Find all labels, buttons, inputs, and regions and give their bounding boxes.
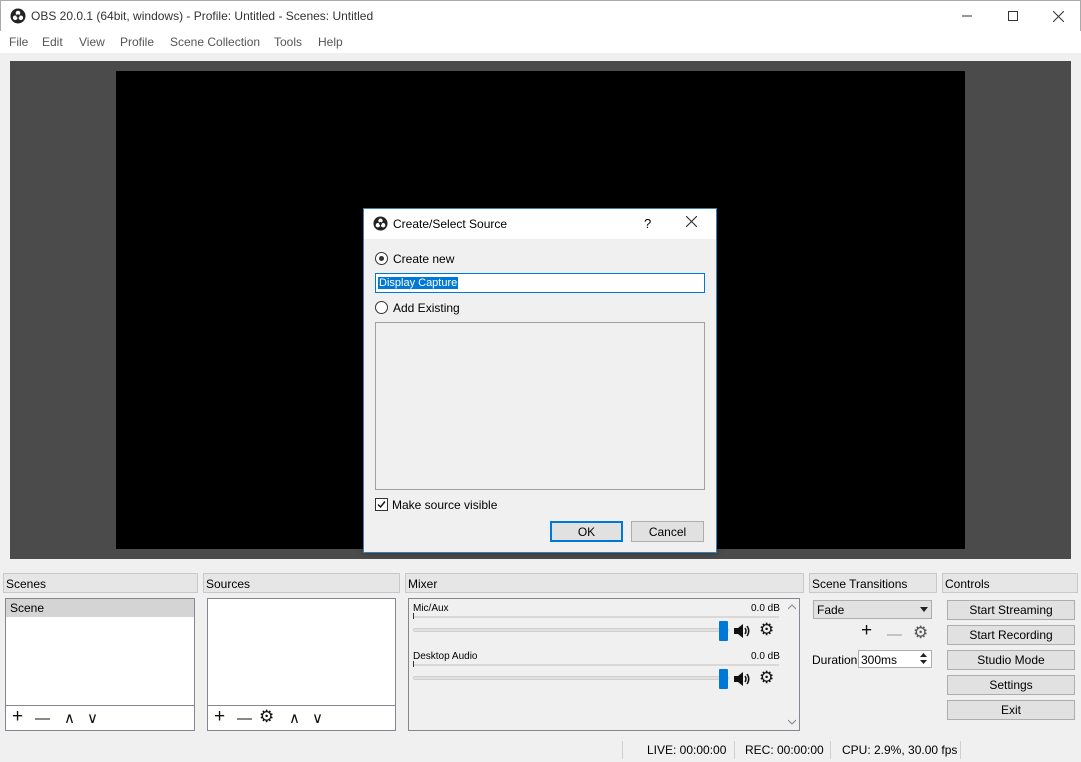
add-source-icon[interactable]: + (214, 707, 225, 726)
duration-spinbox[interactable]: 300ms (858, 650, 932, 668)
mixer-channel-level: 0.0 dB (751, 603, 780, 614)
add-existing-radio[interactable] (375, 301, 388, 314)
mixer-channel-level: 0.0 dB (751, 651, 780, 662)
chevron-down-icon (920, 607, 928, 612)
menu-scene-collection[interactable]: Scene Collection (170, 35, 260, 49)
minimize-icon (962, 15, 972, 17)
status-separator (622, 741, 623, 759)
menu-profile[interactable]: Profile (120, 35, 154, 49)
scene-list-item-label: Scene (10, 601, 45, 615)
live-status: LIVE: 00:00:00 (647, 743, 727, 757)
status-separator (960, 741, 961, 759)
menu-edit[interactable]: Edit (42, 35, 63, 49)
create-select-source-dialog: Create/Select Source ? Create new Displa… (363, 208, 717, 553)
title-bar: OBS 20.0.1 (64bit, windows) - Profile: U… (0, 0, 1081, 31)
status-separator (830, 741, 831, 759)
transitions-dock-title: Scene Transitions (809, 573, 937, 593)
duration-label: Duration (812, 653, 858, 667)
create-new-radio[interactable] (375, 252, 388, 265)
remove-source-icon[interactable]: — (237, 711, 252, 726)
menu-tools[interactable]: Tools (274, 35, 302, 49)
meter-marker (413, 661, 414, 667)
status-separator (734, 741, 735, 759)
remove-transition-icon[interactable]: — (887, 627, 902, 642)
start-recording-button[interactable]: Start Recording (947, 625, 1075, 645)
scroll-down-icon (788, 719, 796, 725)
mixer-scrollbar[interactable] (785, 599, 799, 730)
add-scene-icon[interactable]: + (12, 707, 23, 726)
dialog-title-bar: Create/Select Source ? (364, 209, 716, 239)
dialog-close-button[interactable] (685, 215, 698, 230)
minimize-button[interactable] (944, 1, 990, 31)
window-title: OBS 20.0.1 (64bit, windows) - Profile: U… (31, 9, 374, 23)
duration-value: 300ms (861, 653, 898, 667)
existing-sources-list[interactable] (375, 322, 705, 490)
mixer-channel-name: Mic/Aux (413, 603, 449, 614)
audio-meter (413, 664, 779, 666)
dialog-title: Create/Select Source (393, 217, 508, 231)
volume-slider-track[interactable] (413, 628, 729, 632)
transition-select-value: Fade (817, 603, 845, 617)
transition-properties-gear-icon[interactable]: ⚙ (913, 624, 928, 641)
menu-file[interactable]: File (9, 35, 28, 49)
move-source-down-icon[interactable]: ∨ (312, 711, 323, 726)
mixer-channel-name: Desktop Audio (413, 651, 478, 662)
add-transition-icon[interactable]: + (861, 621, 872, 640)
maximize-icon (1008, 11, 1018, 21)
volume-slider-track[interactable] (413, 676, 729, 680)
close-button[interactable] (1035, 1, 1081, 31)
scroll-up-icon (788, 604, 796, 610)
remove-scene-icon[interactable]: — (35, 711, 50, 726)
channel-settings-gear-icon[interactable]: ⚙ (759, 621, 774, 638)
spin-up-icon (920, 653, 927, 657)
volume-slider-thumb[interactable] (719, 669, 728, 689)
source-name-value: Display Capture (378, 277, 459, 289)
make-visible-label: Make source visible (392, 498, 498, 512)
sources-toolbar: + — ⚙ ∧ ∨ (207, 706, 396, 731)
add-existing-label: Add Existing (393, 301, 460, 315)
controls-dock-title: Controls (942, 573, 1078, 593)
cpu-status: CPU: 2.9%, 30.00 fps (842, 743, 958, 757)
move-scene-up-icon[interactable]: ∧ (64, 711, 75, 726)
create-new-label: Create new (393, 252, 455, 266)
exit-button[interactable]: Exit (947, 700, 1075, 720)
source-properties-gear-icon[interactable]: ⚙ (259, 708, 274, 725)
meter-marker (413, 613, 414, 619)
rec-status: REC: 00:00:00 (745, 743, 824, 757)
menu-view[interactable]: View (79, 35, 105, 49)
mixer-panel: Mic/Aux 0.0 dB ⚙ Desktop Audio 0.0 dB ⚙ (408, 598, 800, 731)
mixer-dock-title: Mixer (405, 573, 804, 593)
volume-slider-thumb[interactable] (719, 621, 728, 641)
mute-speaker-icon[interactable] (733, 623, 751, 642)
studio-mode-button[interactable]: Studio Mode (947, 650, 1075, 670)
scenes-list[interactable]: Scene (5, 598, 195, 706)
maximize-button[interactable] (990, 1, 1036, 31)
close-icon (685, 215, 698, 228)
menu-bar: File Edit View Profile Scene Collection … (0, 31, 1081, 53)
scenes-toolbar: + — ∧ ∨ (5, 706, 195, 731)
start-streaming-button[interactable]: Start Streaming (947, 600, 1075, 620)
scenes-dock-title: Scenes (3, 573, 198, 593)
move-scene-down-icon[interactable]: ∨ (87, 711, 98, 726)
obs-logo-icon (10, 8, 26, 27)
close-icon (1052, 10, 1064, 22)
menu-help[interactable]: Help (318, 35, 343, 49)
source-name-input[interactable]: Display Capture (375, 273, 705, 293)
channel-settings-gear-icon[interactable]: ⚙ (759, 669, 774, 686)
scene-list-item[interactable]: Scene (6, 599, 194, 617)
cancel-button[interactable]: Cancel (631, 521, 704, 542)
sources-dock-title: Sources (203, 573, 400, 593)
checkmark-icon (377, 501, 386, 509)
help-button[interactable]: ? (644, 216, 651, 231)
obs-logo-icon (373, 216, 388, 234)
audio-meter (413, 616, 779, 618)
spin-down-icon (920, 660, 927, 664)
ok-button[interactable]: OK (550, 521, 623, 542)
move-source-up-icon[interactable]: ∧ (289, 711, 300, 726)
settings-button[interactable]: Settings (947, 675, 1075, 695)
transition-select[interactable]: Fade (813, 600, 932, 619)
mute-speaker-icon[interactable] (733, 671, 751, 690)
sources-list[interactable] (207, 598, 396, 706)
make-visible-checkbox[interactable] (375, 498, 388, 511)
